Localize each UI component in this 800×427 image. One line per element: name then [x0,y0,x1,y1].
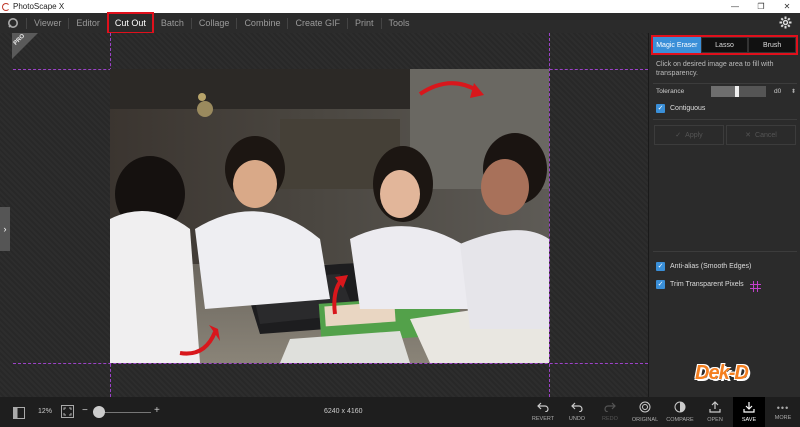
tab-lasso[interactable]: Lasso [700,37,749,53]
redo-icon [604,402,616,414]
original-label: ORIGINAL [631,417,659,423]
tab-magic-eraser[interactable]: Magic Eraser [653,37,701,53]
app-logo-icon [2,2,10,11]
tolerance-row: Tolerance d0 ⬍ [656,85,796,98]
apply-button[interactable]: ✓ Apply [654,125,724,145]
undo-label: UNDO [568,416,586,422]
maximize-button[interactable]: ❐ [748,0,774,13]
tolerance-value[interactable]: d0 [774,88,788,95]
more-button[interactable]: ••• MORE [770,397,796,427]
minimize-button[interactable]: — [722,0,748,13]
revert-icon [537,402,549,414]
apply-label: Apply [685,131,703,139]
original-icon [639,401,651,415]
home-icon[interactable] [0,13,26,33]
menu-print[interactable]: Print [348,13,381,33]
check-icon: ✓ [675,132,682,139]
undo-icon [571,402,583,414]
open-label: OPEN [707,417,723,423]
menu-viewer[interactable]: Viewer [27,13,68,33]
more-icon: ••• [776,403,790,413]
revert-label: REVERT [531,416,555,422]
more-label: MORE [774,415,792,421]
zoom-slider-thumb[interactable] [93,406,105,418]
cancel-label: Cancel [755,131,777,139]
menu-tools[interactable]: Tools [382,13,417,33]
menu-create-gif[interactable]: Create GIF [288,13,347,33]
close-button[interactable]: ✕ [774,0,800,13]
contiguous-label: Contiguous [670,105,706,112]
trim-label: Trim Transparent Pixels [670,281,744,288]
bottom-toolbar: 12% − + 6240 x 4160 REVERT UNDO REDO ORI… [0,397,800,427]
cutout-tool-tabs: Magic Eraser Lasso Brush [651,35,798,55]
apply-cancel-row: ✓ Apply ✕ Cancel [654,125,796,145]
window-title: PhotoScape X [13,2,65,11]
image-dimensions: 6240 x 4160 [324,408,363,415]
gear-icon[interactable] [779,16,792,29]
zoom-in-button[interactable]: + [154,405,160,416]
download-icon [743,401,755,415]
save-label: SAVE [741,417,757,423]
cutout-tool-panel: Magic Eraser Lasso Brush Click on desire… [648,33,800,397]
image-canvas[interactable]: PRO › [0,33,648,397]
trim-option[interactable]: ✓ Trim Transparent Pixels [656,279,761,292]
crop-guide-right [549,33,550,397]
trim-checkbox[interactable]: ✓ [656,280,665,289]
menu-editor[interactable]: Editor [69,13,107,33]
panel-toggle-handle[interactable]: › [0,207,10,251]
upload-icon [709,401,721,415]
crop-guide-bottom [13,363,648,364]
zoom-level: 12% [38,408,53,415]
compare-label: COMPARE [666,417,694,423]
divider [653,251,797,252]
panel-layout-icon[interactable] [13,406,25,424]
zoom-slider[interactable] [97,412,151,413]
menu-collage[interactable]: Collage [192,13,237,33]
antialias-option[interactable]: ✓ Anti-alias (Smooth Edges) [656,262,751,271]
undo-button[interactable]: UNDO [565,397,589,427]
antialias-label: Anti-alias (Smooth Edges) [670,263,752,270]
tolerance-spinner-icon[interactable]: ⬍ [791,88,796,95]
redo-button[interactable]: REDO [598,397,622,427]
divider [653,119,797,120]
tolerance-label: Tolerance [656,88,685,95]
fit-to-screen-icon[interactable] [61,405,74,423]
cancel-button[interactable]: ✕ Cancel [726,125,796,145]
compare-icon [674,401,686,415]
contiguous-option[interactable]: ✓ Contiguous [656,104,705,113]
compare-button[interactable]: COMPARE [664,397,696,427]
revert-button[interactable]: REVERT [530,397,556,427]
tolerance-fill [710,86,738,97]
title-bar: PhotoScape X — ❐ ✕ [0,0,800,13]
photo-image[interactable] [110,69,549,363]
tolerance-thumb[interactable] [735,86,740,97]
antialias-checkbox[interactable]: ✓ [656,262,665,271]
magic-eraser-hint: Click on desired image area to fill with… [656,61,774,77]
zoom-out-button[interactable]: − [82,405,88,416]
dek-d-watermark: Dek-D [695,362,749,384]
menu-bar: Viewer Editor Cut Out Batch Collage Comb… [0,12,800,34]
close-icon: ✕ [745,132,752,139]
tab-brush[interactable]: Brush [748,37,797,53]
contiguous-checkbox[interactable]: ✓ [656,104,665,113]
original-button[interactable]: ORIGINAL [630,397,660,427]
menu-cut-out[interactable]: Cut Out [106,12,154,34]
divider [653,83,797,84]
trim-grid-icon [749,279,761,292]
redo-label: REDO [602,416,618,422]
menu-batch[interactable]: Batch [154,13,191,33]
menu-combine[interactable]: Combine [237,13,287,33]
save-button[interactable]: SAVE [733,397,765,427]
open-button[interactable]: OPEN [703,397,727,427]
tolerance-slider[interactable] [710,86,766,97]
